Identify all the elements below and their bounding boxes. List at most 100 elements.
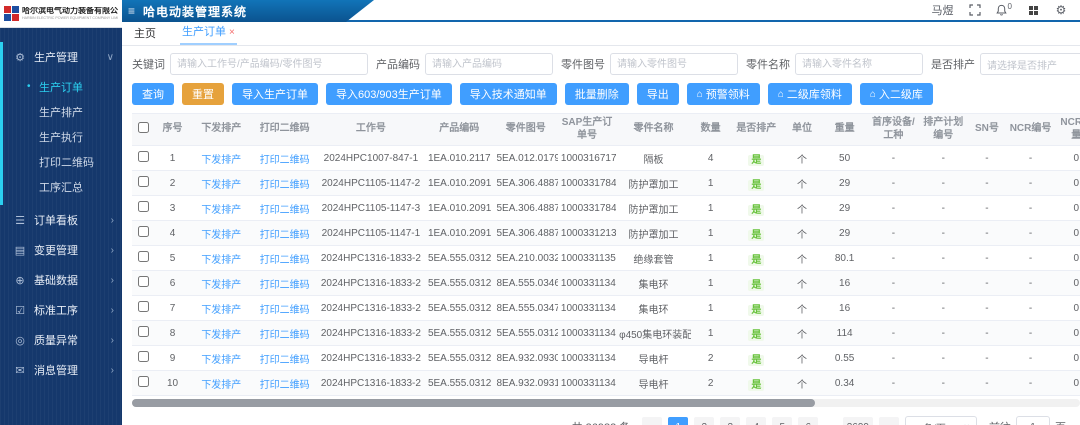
horizontal-scrollbar-thumb[interactable]	[132, 399, 815, 407]
cell-ncr-no: -	[1007, 146, 1055, 171]
cell-seq: 7	[155, 296, 190, 321]
dispatch-schedule-link[interactable]: 下发排产	[201, 280, 241, 291]
reset-button[interactable]: 重置	[182, 83, 224, 105]
print-qrcode-link[interactable]: 打印二维码	[260, 155, 310, 166]
row-checkbox[interactable]	[138, 226, 149, 237]
scheduled-badge: 是	[748, 380, 764, 391]
col-weight: 重量	[822, 114, 868, 146]
dispatch-schedule-link[interactable]: 下发排产	[201, 205, 241, 216]
fullscreen-icon[interactable]	[968, 3, 982, 17]
secondary-store-pick-button[interactable]: ⌂ 二级库领料	[768, 83, 852, 105]
tab-production-orders[interactable]: 生产订单×	[180, 20, 237, 45]
row-checkbox[interactable]	[138, 326, 149, 337]
sidebar-item-base-data[interactable]: ⊕ 基础数据 ›	[3, 265, 122, 295]
keyword-input[interactable]	[170, 53, 368, 75]
notification-bell-icon[interactable]: 0	[996, 4, 1012, 16]
apps-grid-icon[interactable]	[1026, 3, 1040, 17]
print-qrcode-link[interactable]: 打印二维码	[260, 355, 310, 366]
print-qrcode-link[interactable]: 打印二维码	[260, 205, 310, 216]
page-button-1[interactable]: 1	[668, 417, 688, 425]
page-button-6[interactable]: 6	[798, 417, 818, 425]
print-qrcode-link[interactable]: 打印二维码	[260, 330, 310, 341]
row-checkbox[interactable]	[138, 376, 149, 387]
page-button-3699[interactable]: 3699	[843, 417, 873, 425]
row-checkbox[interactable]	[138, 201, 149, 212]
dispatch-schedule-link[interactable]: 下发排产	[201, 355, 241, 366]
page-button-3[interactable]: 3	[720, 417, 740, 425]
cell-first-equipment: -	[867, 346, 919, 371]
import-603-903-orders-button[interactable]: 导入603/903生产订单	[326, 83, 452, 105]
cell-part-no: 5EA.555.0312	[494, 321, 558, 346]
tab-close-icon[interactable]: ×	[229, 27, 235, 38]
sidebar-item-order-board[interactable]: ☰ 订单看板 ›	[3, 205, 122, 235]
dispatch-schedule-link[interactable]: 下发排产	[201, 255, 241, 266]
sidebar-item-production-scheduling[interactable]: 生产排产	[3, 99, 122, 124]
chevron-down-icon: ∨	[107, 52, 114, 63]
scheduled-select[interactable]: 请选择是否排产 ∨	[980, 53, 1080, 75]
cell-product-code: 5EA.555.0312	[425, 296, 494, 321]
select-all-checkbox[interactable]	[138, 122, 149, 133]
dispatch-schedule-link[interactable]: 下发排产	[201, 230, 241, 241]
hamburger-menu-icon[interactable]: ≡	[128, 4, 135, 18]
cell-sn: -	[967, 371, 1006, 396]
user-name[interactable]: 马煜	[932, 2, 954, 18]
tab-home[interactable]: 主页	[132, 22, 158, 45]
part-name-input[interactable]	[795, 53, 923, 75]
page-button-5[interactable]: 5	[772, 417, 792, 425]
chevron-right-icon: ›	[111, 215, 114, 226]
sidebar-item-production-orders[interactable]: • 生产订单	[3, 74, 122, 99]
cell-unit: 个	[782, 221, 821, 246]
dispatch-schedule-link[interactable]: 下发排产	[201, 155, 241, 166]
row-checkbox[interactable]	[138, 151, 149, 162]
cell-unit: 个	[782, 346, 821, 371]
settings-gear-icon[interactable]: ⚙	[1054, 3, 1068, 17]
page-size-select[interactable]: 10条/页 ∨	[905, 416, 977, 425]
sidebar-item-production-management[interactable]: ⚙ 生产管理 ∨	[3, 42, 122, 72]
print-qrcode-link[interactable]: 打印二维码	[260, 380, 310, 391]
product-code-input[interactable]	[425, 53, 553, 75]
print-qrcode-link[interactable]: 打印二维码	[260, 230, 310, 241]
print-qrcode-link[interactable]: 打印二维码	[260, 280, 310, 291]
import-tech-notice-button[interactable]: 导入技术通知单	[460, 83, 557, 105]
row-checkbox[interactable]	[138, 251, 149, 262]
sidebar-item-quality-exception[interactable]: ◎ 质量异常 ›	[3, 325, 122, 355]
into-secondary-store-button[interactable]: ⌂ 入二级库	[860, 83, 933, 105]
print-qrcode-link[interactable]: 打印二维码	[260, 305, 310, 316]
goto-page-input[interactable]	[1016, 416, 1050, 425]
dispatch-schedule-link[interactable]: 下发排产	[201, 380, 241, 391]
cell-part-no: 8EA.555.0346	[494, 271, 558, 296]
sidebar-item-standard-process[interactable]: ☑ 标准工序 ›	[3, 295, 122, 325]
row-checkbox[interactable]	[138, 176, 149, 187]
page-button-4[interactable]: 4	[746, 417, 766, 425]
row-checkbox[interactable]	[138, 351, 149, 362]
next-page-button[interactable]: ›	[879, 417, 899, 425]
page-button-2[interactable]: 2	[694, 417, 714, 425]
sidebar-item-change-management[interactable]: ▤ 变更管理 ›	[3, 235, 122, 265]
sidebar-item-production-execution[interactable]: 生产执行	[3, 124, 122, 149]
table-row: 5下发排产打印二维码2024HPC1316-1833-25EA.555.0312…	[132, 246, 1080, 271]
sidebar-item-process-summary[interactable]: 工序汇总	[3, 174, 122, 199]
topbar-right: 马煜 0 ⚙	[932, 0, 1068, 20]
sidebar-item-print-qrcode[interactable]: 打印二维码	[3, 149, 122, 174]
part-no-input[interactable]	[610, 53, 738, 75]
print-qrcode-link[interactable]: 打印二维码	[260, 255, 310, 266]
sidebar-item-message-management[interactable]: ✉ 消息管理 ›	[3, 355, 122, 385]
row-checkbox[interactable]	[138, 276, 149, 287]
dispatch-schedule-link[interactable]: 下发排产	[201, 180, 241, 191]
cell-plan-no: -	[919, 196, 967, 221]
prev-page-button[interactable]: ‹	[642, 417, 662, 425]
dispatch-schedule-link[interactable]: 下发排产	[201, 330, 241, 341]
import-orders-button[interactable]: 导入生产订单	[232, 83, 318, 105]
cell-weight: 16	[822, 271, 868, 296]
export-button[interactable]: 导出	[637, 83, 679, 105]
cell-plan-no: -	[919, 296, 967, 321]
batch-delete-button[interactable]: 批量删除	[565, 83, 629, 105]
cell-ncr-no: -	[1007, 371, 1055, 396]
dispatch-schedule-link[interactable]: 下发排产	[201, 305, 241, 316]
cell-sap-order-no: 10003311348	[558, 271, 616, 296]
row-checkbox[interactable]	[138, 301, 149, 312]
print-qrcode-link[interactable]: 打印二维码	[260, 180, 310, 191]
filter-row: 关键词 产品编码 零件图号 零件名称 是否排产	[132, 51, 1080, 77]
warning-material-button[interactable]: ⌂ 预警领料	[687, 83, 760, 105]
search-button[interactable]: 查询	[132, 83, 174, 105]
